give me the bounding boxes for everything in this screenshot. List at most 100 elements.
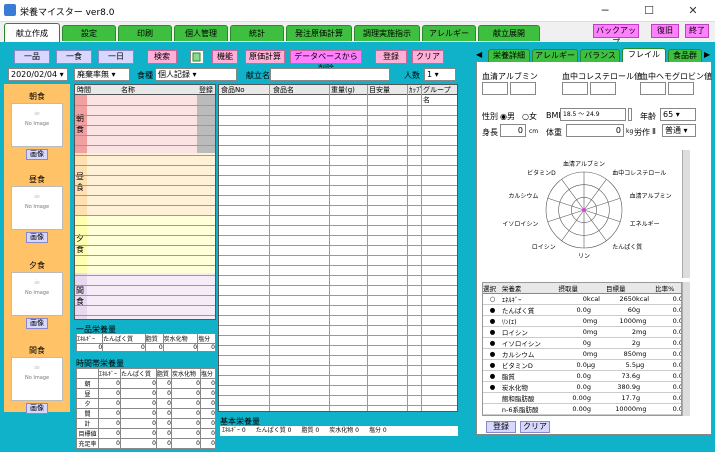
cost-calc-button[interactable]: 原価計算: [245, 50, 285, 64]
nutrient-header: [586, 283, 606, 294]
weight-input[interactable]: 0: [566, 124, 624, 137]
nutrient-row[interactable]: ○ ｴﾈﾙｷﾞｰ 0 kcal 2650 kcal 0.0: [483, 293, 681, 305]
female-radio[interactable]: ○女: [522, 111, 537, 122]
time-nutrition-cell: 0: [170, 428, 201, 439]
close-button[interactable]: ✕: [671, 0, 715, 22]
food-grid[interactable]: 食品No 食品名 重量(g) 目安量 ｶｯﾌﾟ グループ名: [218, 84, 458, 412]
tab-food-group[interactable]: 食品群: [668, 49, 702, 62]
cholesterol-input-2[interactable]: [590, 82, 616, 95]
age-select[interactable]: 65 ▾: [660, 108, 696, 121]
snack-image[interactable]: ☕ No Image: [11, 357, 63, 401]
nutrient-cell: 0.0: [655, 392, 681, 404]
breakfast-image-button[interactable]: 画像: [26, 149, 48, 160]
tab-personal[interactable]: 個人管理: [174, 25, 228, 41]
ippin-header: ｴﾈﾙｷﾞｰ: [75, 333, 104, 344]
people-select[interactable]: 1 ▾: [424, 68, 456, 81]
isshoku-button[interactable]: 一食: [56, 50, 92, 64]
nutrient-row[interactable]: 飽和脂肪酸 0.00 g 17.7 g 0.0: [483, 392, 681, 404]
breakfast-image[interactable]: ☕ No Image: [11, 103, 63, 147]
tab-print[interactable]: 印刷: [118, 25, 172, 41]
male-radio[interactable]: ◉男: [500, 111, 515, 122]
grid-line: [75, 305, 215, 306]
nutrient-clear-button[interactable]: クリア: [520, 421, 550, 433]
backup-button[interactable]: バックアップ: [593, 24, 639, 47]
tab-allergy-detail[interactable]: アレルギー: [532, 49, 578, 62]
lunch-image[interactable]: ☕ No Image: [11, 186, 63, 230]
snack-image-button[interactable]: 画像: [26, 403, 48, 414]
tab-nutrition-detail[interactable]: 栄養詳細: [488, 49, 530, 62]
nutrient-cell: たんぱく質: [501, 304, 559, 316]
albumin-input-2[interactable]: [510, 82, 536, 95]
nutrient-register-button[interactable]: 登録: [486, 421, 516, 433]
nutrient-cell: ●: [483, 381, 502, 393]
waste-rate-select[interactable]: 廃棄率無 ▾: [74, 68, 130, 81]
section-snack-rows[interactable]: [87, 273, 215, 319]
labor-select[interactable]: 普通 ▾: [662, 124, 696, 137]
clear-button[interactable]: クリア: [412, 50, 444, 64]
nutrient-row[interactable]: ● ﾘﾝ(ｴ) 0 mg 1000 mg 0.0: [483, 315, 681, 327]
albumin-input[interactable]: [482, 82, 508, 95]
time-nutrition-cell: 0: [120, 438, 157, 449]
tab-allergy[interactable]: アレルギー: [422, 25, 476, 41]
copy-icon[interactable]: [190, 50, 204, 64]
tab-settings[interactable]: 設定: [62, 25, 116, 41]
tab-menu-expand[interactable]: 献立展開: [478, 25, 540, 41]
nutrient-row[interactable]: n-3系脂肪酸0.00g2100mg0.0: [483, 414, 681, 415]
register-button[interactable]: 登録: [375, 50, 407, 64]
hemoglobin-input-2[interactable]: [668, 82, 694, 95]
nutrient-cell: μg: [635, 359, 656, 371]
nutrient-row[interactable]: ● ビタミンD 0.0 μg 5.5 μg 0.0: [483, 359, 681, 371]
hemoglobin-input[interactable]: [640, 82, 666, 95]
nutrient-cell: [483, 414, 502, 415]
exit-button[interactable]: 終了: [685, 24, 709, 38]
maximize-button[interactable]: ☐: [627, 0, 671, 22]
dinner-image-button[interactable]: 画像: [26, 318, 48, 329]
tab-order-cost[interactable]: 発注原価計算: [286, 25, 352, 41]
restore-button[interactable]: 復旧: [651, 24, 679, 38]
height-input[interactable]: 0: [500, 124, 526, 137]
nutrient-cell: g: [586, 381, 606, 393]
cup-icon: ☕: [33, 191, 41, 200]
dinner-image[interactable]: ☕ No Image: [11, 272, 63, 316]
nutrient-table[interactable]: 選択 栄養素 摂取量 目標量 比率% ○ ｴﾈﾙｷﾞｰ 0 kcal 2650 kcal 0.0 ● たん…: [482, 282, 682, 416]
nutrient-row[interactable]: n-6系脂肪酸 0.00 g 10000 mg 0.0: [483, 403, 681, 415]
function-button[interactable]: 機能: [212, 50, 238, 64]
date-field[interactable]: 2020/02/04 ▾: [8, 68, 68, 81]
ippin-button[interactable]: 一品: [14, 50, 50, 64]
nutrient-cell: 0.0: [558, 381, 587, 393]
tab-menu-create[interactable]: 献立作成: [4, 23, 60, 42]
tab-balance[interactable]: バランス: [580, 49, 620, 62]
radar-axis-label: 血清アルブミン: [563, 160, 605, 168]
nutrient-row[interactable]: ● カルシウム 0 mg 850 mg 0.0: [483, 348, 681, 360]
ichinichi-button[interactable]: 一日: [98, 50, 134, 64]
minimize-button[interactable]: ─: [583, 0, 627, 22]
nutrient-row[interactable]: ● ロイシン 0 mg 2 mg 0.0: [483, 326, 681, 338]
grid-line: [75, 245, 215, 246]
nutrient-scrollbar[interactable]: [682, 282, 690, 416]
nutrient-row[interactable]: ● たんぱく質 0.0 g 60 g 0.0: [483, 304, 681, 316]
db-delete-button[interactable]: データベースから削除: [290, 50, 362, 73]
meal-type-select[interactable]: 個人記録 ▾: [155, 68, 237, 81]
tab-cooking[interactable]: 調理実施指示: [354, 25, 420, 41]
nutrient-cell: 0: [558, 326, 587, 338]
grid-line: [219, 405, 457, 406]
time-nutrition-header: ｴﾈﾙｷﾞｰ: [98, 368, 121, 379]
tab-next-icon[interactable]: ▶: [704, 50, 710, 59]
radar-scrollbar[interactable]: [682, 150, 690, 278]
cholesterol-input[interactable]: [562, 82, 588, 95]
search-button[interactable]: 検索: [147, 50, 177, 64]
nutrient-cell: 0.0: [655, 293, 681, 305]
nutrient-row[interactable]: ● イソロイシン 0 g 2 g 0.0: [483, 337, 681, 349]
tab-stats[interactable]: 統計: [230, 25, 284, 41]
dish-grid[interactable]: 時間 名称 登録 朝食 昼食 夕食 間食: [74, 84, 216, 320]
lunch-image-button[interactable]: 画像: [26, 232, 48, 243]
grid-line: [75, 155, 215, 156]
tab-frailty[interactable]: フレイル: [622, 48, 666, 62]
nutrient-cell: ●: [483, 326, 502, 338]
grid-line: [219, 125, 457, 126]
menu-name-input[interactable]: [270, 68, 390, 81]
nutrient-row[interactable]: ● 脂質 0.0 g 73.6 g 0.0: [483, 370, 681, 382]
nutrient-row[interactable]: ● 炭水化物 0.0 g 380.9 g 0.0: [483, 381, 681, 393]
radar-axis-label: カルシウム: [508, 192, 538, 200]
tab-prev-icon[interactable]: ◀: [476, 50, 482, 59]
